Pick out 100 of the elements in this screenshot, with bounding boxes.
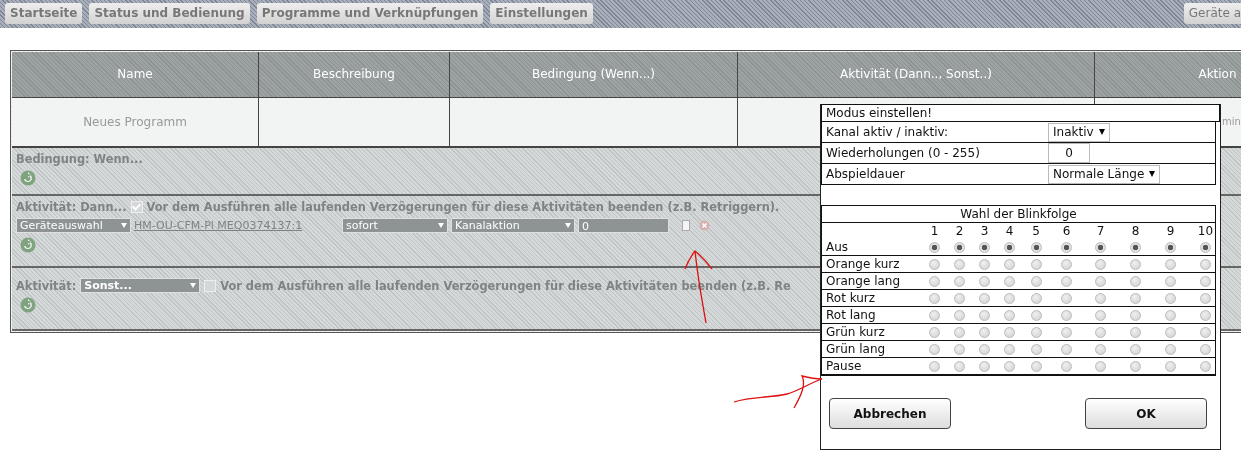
- radio-button[interactable]: [1004, 343, 1015, 355]
- radio-button[interactable]: [1130, 241, 1141, 253]
- radio-button[interactable]: [1061, 360, 1072, 372]
- radio-button[interactable]: [1004, 275, 1015, 287]
- value-field[interactable]: 0: [578, 218, 669, 233]
- radio-button[interactable]: [1095, 309, 1106, 321]
- radio-button[interactable]: [979, 326, 990, 338]
- radio-button[interactable]: [1095, 360, 1106, 372]
- radio-button[interactable]: [929, 241, 940, 253]
- radio-button[interactable]: [929, 360, 940, 372]
- radio-button[interactable]: [979, 258, 990, 270]
- radio-button[interactable]: [1165, 292, 1176, 304]
- add-icon[interactable]: [20, 237, 36, 253]
- radio-button[interactable]: [1200, 343, 1211, 355]
- radio-button[interactable]: [954, 292, 965, 304]
- radio-button[interactable]: [1200, 241, 1211, 253]
- radio-button[interactable]: [979, 360, 990, 372]
- radio-button[interactable]: [1095, 258, 1106, 270]
- radio-button[interactable]: [1095, 343, 1106, 355]
- dropdown[interactable]: Normale Länge: [1048, 164, 1161, 184]
- radio-button[interactable]: [1165, 360, 1176, 372]
- radio-button[interactable]: [1030, 241, 1042, 253]
- radio-button[interactable]: [954, 275, 965, 287]
- radio-button[interactable]: [1061, 326, 1072, 338]
- radio-button[interactable]: [1030, 258, 1042, 270]
- radio-button[interactable]: [1130, 360, 1141, 372]
- radio-button[interactable]: [929, 292, 940, 304]
- radio-button[interactable]: [1004, 309, 1015, 321]
- radio-button[interactable]: [1165, 326, 1176, 338]
- radio-button[interactable]: [929, 275, 940, 287]
- radio-button[interactable]: [1030, 292, 1042, 304]
- radio-button[interactable]: [929, 326, 940, 338]
- radio-button[interactable]: [1004, 241, 1015, 253]
- dialog-button[interactable]: OK: [1085, 398, 1207, 429]
- radio-button[interactable]: [1200, 360, 1211, 372]
- radio-button[interactable]: [1200, 309, 1211, 321]
- dropdown[interactable]: Sonst...: [80, 278, 201, 293]
- nav-tab[interactable]: Einstellungen: [490, 3, 593, 24]
- delete-icon[interactable]: [699, 220, 710, 231]
- checkbox[interactable]: [204, 279, 217, 292]
- radio-button[interactable]: [1004, 326, 1015, 338]
- radio-button[interactable]: [1130, 309, 1141, 321]
- radio-button[interactable]: [1130, 292, 1141, 304]
- radio-button[interactable]: [1061, 258, 1072, 270]
- radio-button[interactable]: [1095, 241, 1106, 253]
- nav-tab[interactable]: Startseite: [5, 3, 83, 24]
- dropdown[interactable]: Geräteauswahl: [16, 218, 131, 233]
- radio-button[interactable]: [1004, 360, 1015, 372]
- checkbox[interactable]: [130, 201, 143, 213]
- radio-button[interactable]: [929, 258, 940, 270]
- radio-button[interactable]: [1061, 275, 1072, 287]
- document-icon[interactable]: [682, 220, 690, 231]
- radio-button[interactable]: [1095, 292, 1106, 304]
- radio-button[interactable]: [1030, 326, 1042, 338]
- radio-button[interactable]: [1061, 309, 1072, 321]
- radio-button[interactable]: [1165, 309, 1176, 321]
- radio-button[interactable]: [979, 343, 990, 355]
- radio-button[interactable]: [954, 343, 965, 355]
- radio-button[interactable]: [1061, 241, 1072, 253]
- nav-tab[interactable]: Status und Bedienung: [89, 3, 250, 24]
- device-link[interactable]: HM-OU-CFM-Pl MEQ0374137:1: [134, 219, 339, 232]
- nav-tab[interactable]: Programme und Verknüpfungen: [256, 3, 484, 24]
- radio-button[interactable]: [1200, 275, 1211, 287]
- dialog-button[interactable]: Abbrechen: [829, 398, 951, 429]
- add-icon[interactable]: [20, 297, 36, 313]
- nav-tab[interactable]: Geräte a: [1183, 3, 1241, 24]
- number-field[interactable]: 0: [1048, 143, 1090, 163]
- radio-button[interactable]: [1130, 258, 1141, 270]
- radio-button[interactable]: [1130, 326, 1141, 338]
- radio-button[interactable]: [1030, 360, 1042, 372]
- radio-button[interactable]: [1004, 258, 1015, 270]
- radio-button[interactable]: [1130, 343, 1141, 355]
- radio-button[interactable]: [954, 241, 965, 253]
- radio-button[interactable]: [1004, 292, 1015, 304]
- radio-button[interactable]: [929, 343, 940, 355]
- radio-button[interactable]: [1061, 292, 1072, 304]
- radio-button[interactable]: [1165, 275, 1176, 287]
- radio-button[interactable]: [1200, 326, 1211, 338]
- radio-button[interactable]: [954, 258, 965, 270]
- dropdown[interactable]: sofort: [342, 218, 448, 233]
- radio-button[interactable]: [979, 292, 990, 304]
- radio-button[interactable]: [979, 275, 990, 287]
- radio-button[interactable]: [1030, 309, 1042, 321]
- radio-button[interactable]: [1165, 343, 1176, 355]
- add-icon[interactable]: [20, 170, 36, 186]
- radio-button[interactable]: [1165, 258, 1176, 270]
- radio-button[interactable]: [1095, 326, 1106, 338]
- radio-button[interactable]: [954, 326, 965, 338]
- radio-button[interactable]: [1030, 343, 1042, 355]
- radio-button[interactable]: [979, 309, 990, 321]
- radio-button[interactable]: [1095, 275, 1106, 287]
- radio-button[interactable]: [1130, 275, 1141, 287]
- radio-button[interactable]: [1030, 275, 1042, 287]
- radio-button[interactable]: [954, 309, 965, 321]
- radio-button[interactable]: [1200, 292, 1211, 304]
- radio-button[interactable]: [1165, 241, 1176, 253]
- radio-button[interactable]: [929, 309, 940, 321]
- radio-button[interactable]: [1200, 258, 1211, 270]
- dropdown[interactable]: Kanalaktion: [451, 218, 575, 233]
- radio-button[interactable]: [1061, 343, 1072, 355]
